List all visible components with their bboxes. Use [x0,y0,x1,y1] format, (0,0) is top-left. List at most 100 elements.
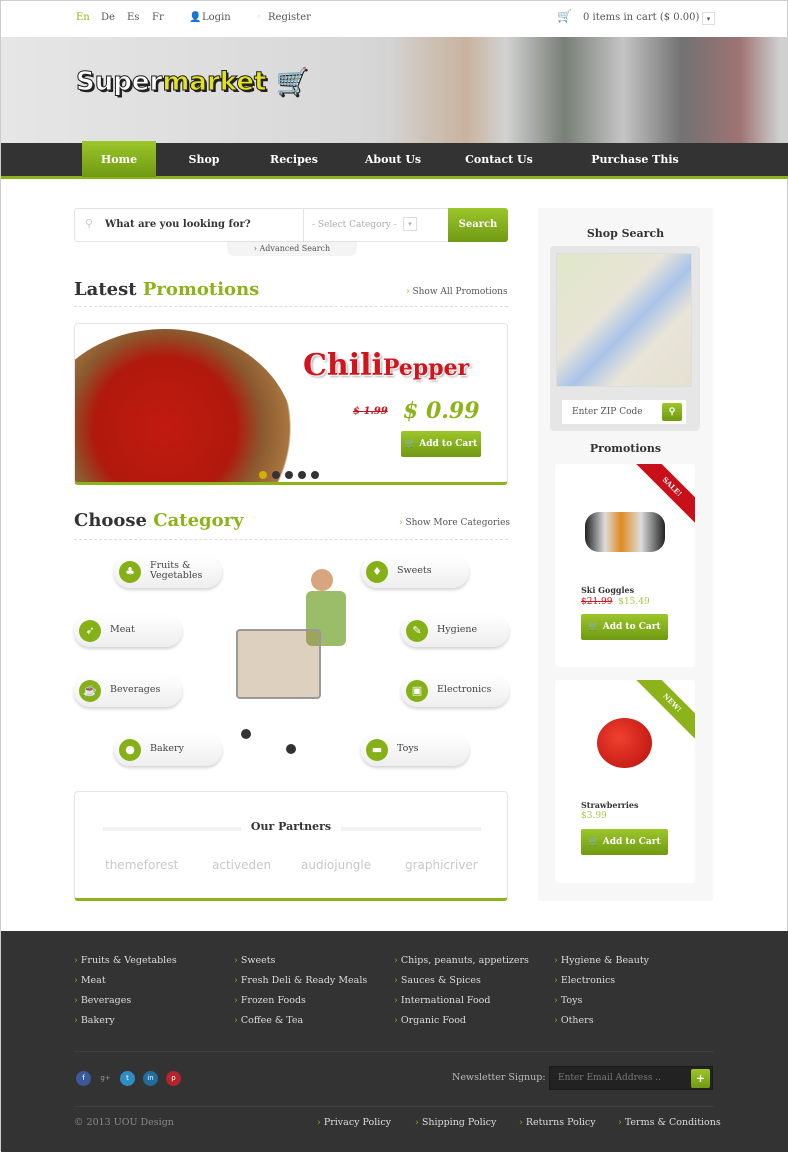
footer-category-link[interactable]: Fresh Deli & Ready Meals [234,975,367,986]
shopper-image [226,569,371,759]
partner-activeden[interactable]: activeden [212,858,271,872]
footer-category-link[interactable]: Chips, peanuts, appetizers [394,955,529,966]
returns-policy-link[interactable]: Returns Policy [519,1117,596,1128]
footer-category-link[interactable]: Meat [74,975,106,986]
old-price: $21.99 [581,597,613,607]
promotions-title: Latest Promotions [74,279,260,300]
cart-dropdown-icon[interactable]: ▾ [702,12,715,25]
nav-home[interactable]: Home [82,141,156,177]
advanced-search-link[interactable]: › Advanced Search [227,242,357,256]
shipping-policy-link[interactable]: Shipping Policy [415,1117,497,1128]
slider-dot-3[interactable] [285,471,293,479]
category-beverages[interactable]: ☕ Beverages [74,675,182,707]
tv-icon: ▣ [406,680,428,702]
footer-category-link[interactable]: International Food [394,995,491,1006]
show-all-promotions[interactable]: Show All Promotions [406,287,507,297]
nav-purchase[interactable]: Purchase This Theme [576,143,694,199]
product-name[interactable]: Ski Goggles [581,585,634,595]
linkedin-icon[interactable]: in [143,1071,158,1086]
promo-slider: ChiliPepper $ 1.99 $ 0.99 🛒 Add to Cart [74,323,508,485]
newsletter-email-input[interactable]: Enter Email Address .. + [549,1066,713,1090]
nav-recipes[interactable]: Recipes [259,143,329,176]
price: $15.49 [618,597,650,607]
store-map[interactable] [556,253,692,387]
footer-category-link[interactable]: Bakery [74,1015,115,1026]
cart-icon[interactable]: 🛒 [557,9,572,23]
goggles-image [585,512,665,552]
category-select[interactable]: - Select Category - ▾ [303,209,423,241]
product-name[interactable]: Strawberries [581,800,639,810]
privacy-policy-link[interactable]: Privacy Policy [317,1117,391,1128]
slider-dot-2[interactable] [272,471,280,479]
brush-icon: ✎ [406,620,428,642]
cart-summary[interactable]: 0 items in cart ($ 0.00) [583,12,699,23]
nav-shop[interactable]: Shop [171,143,237,176]
lang-en[interactable]: En [76,12,90,23]
footer-category-link[interactable]: Electronics [554,975,615,986]
promo-price: $ 0.99 [403,398,480,424]
sidebar: Shop Search Enter ZIP Code ⚲ Promotions … [538,208,713,901]
banner-image [389,37,779,143]
show-more-categories[interactable]: Show More Categories [399,518,510,528]
footer-category-link[interactable]: Sweets [234,955,276,966]
partner-graphicriver[interactable]: graphicriver [405,858,478,872]
category-hygiene[interactable]: ✎ Hygiene [401,615,509,647]
sidebar-promotions-title: Promotions [589,442,662,455]
search-input[interactable]: What are you looking for? [105,219,251,230]
tree-icon: ♣ [119,561,141,583]
chevron-down-icon: ▾ [403,217,417,231]
category-bakery[interactable]: ● Bakery [114,734,222,766]
newsletter-submit-button[interactable]: + [691,1069,710,1088]
category-fruits[interactable]: ♣ Fruits & Vegetables [114,556,222,588]
footer-category-link[interactable]: Beverages [74,995,131,1006]
partner-themeforest[interactable]: themeforest [105,858,178,872]
google-plus-icon[interactable]: g+ [98,1071,113,1086]
footer-category-link[interactable]: Frozen Foods [234,995,306,1006]
pinterest-icon[interactable]: p [166,1071,181,1086]
category-toys[interactable]: ▬ Toys [361,734,469,766]
footer-category-link[interactable]: Toys [554,995,583,1006]
lang-es[interactable]: Es [127,12,139,23]
category-meat[interactable]: ➶ Meat [74,615,182,647]
search-bar: ⚲ What are you looking for? - Select Cat… [74,208,508,242]
terms-link[interactable]: Terms & Conditions [618,1117,721,1128]
user-icon: 👤 [189,12,202,23]
copyright: © 2013 UOU Design [74,1117,174,1128]
logo[interactable]: Supermarket 🛒 [75,67,308,98]
partners-box: Our Partners themeforest activeden audio… [74,791,508,901]
add-to-cart-button[interactable]: 🛒 Add to Cart [581,829,668,855]
lang-de[interactable]: De [101,12,115,23]
login-link[interactable]: Login [202,12,231,23]
category-electronics[interactable]: ▣ Electronics [401,675,509,707]
zip-input[interactable]: Enter ZIP Code ⚲ [562,400,686,424]
nav-about[interactable]: About Us [356,143,430,176]
lang-fr[interactable]: Fr [152,12,164,23]
price: $3.99 [581,811,607,821]
promo-add-to-cart-button[interactable]: 🛒 Add to Cart [401,431,481,457]
chili-image [75,329,295,482]
slider-dot-5[interactable] [311,471,319,479]
header-banner: Supermarket 🛒 [1,37,788,143]
footer-category-link[interactable]: Fruits & Vegetables [74,955,177,966]
category-sweets[interactable]: ♦ Sweets [361,556,469,588]
footer-category-link[interactable]: Coffee & Tea [234,1015,303,1026]
newsletter-label: Newsletter Signup: [452,1072,546,1083]
nav-contact[interactable]: Contact Us [461,143,537,176]
partner-audiojungle[interactable]: audiojungle [301,858,371,872]
partners-title: Our Partners [240,820,342,833]
shop-search-title: Shop Search [586,227,665,240]
footer-category-link[interactable]: Sauces & Spices [394,975,481,986]
footer-category-link[interactable]: Organic Food [394,1015,466,1026]
search-button[interactable]: Search [448,208,508,242]
footer-category-link[interactable]: Others [554,1015,594,1026]
footer-category-link[interactable]: Hygiene & Beauty [554,955,649,966]
register-link[interactable]: Register [268,12,311,23]
slider-dot-1[interactable] [259,471,267,479]
category-title: Choose Category [74,510,244,531]
slider-dot-4[interactable] [298,471,306,479]
facebook-icon[interactable]: f [76,1071,91,1086]
add-to-cart-button[interactable]: 🛒 Add to Cart [581,614,668,640]
bread-icon: ● [119,739,141,761]
twitter-icon[interactable]: t [120,1071,135,1086]
zip-search-button[interactable]: ⚲ [662,403,682,421]
